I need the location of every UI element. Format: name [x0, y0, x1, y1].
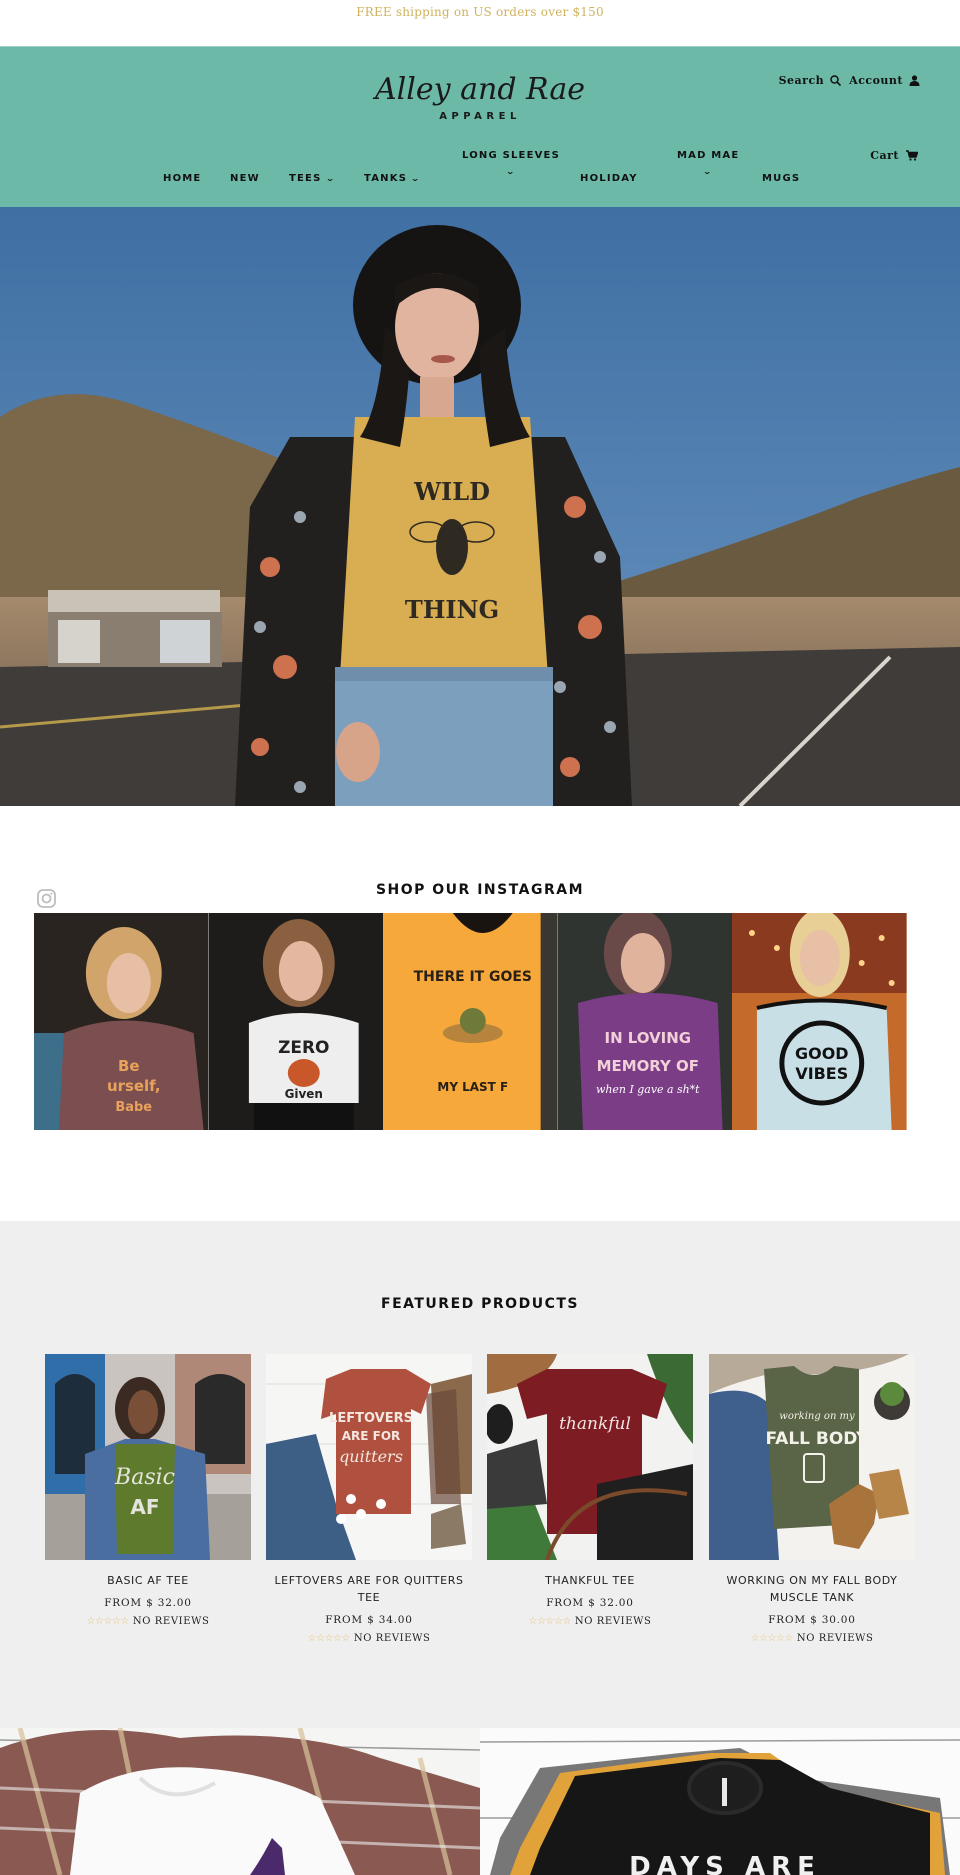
product-reviews: ☆☆☆☆☆ NO REVIEWS: [709, 1633, 915, 1644]
featured-title: FEATURED PRODUCTS: [381, 1296, 579, 1312]
reviews-label: NO REVIEWS: [132, 1616, 210, 1627]
instagram-tile[interactable]: THERE IT GOES MY LAST F: [383, 913, 558, 1130]
product-image[interactable]: LEFTOVERS ARE FOR quitters: [266, 1354, 472, 1560]
nav-tanks[interactable]: TANKS ⌄: [364, 173, 420, 184]
svg-text:ARE FOR: ARE FOR: [342, 1429, 401, 1443]
chevron-down-icon: ⌄: [702, 167, 714, 176]
product-price: FROM $ 34.00: [325, 1614, 413, 1626]
instagram-photo: GOOD VIBES: [732, 913, 907, 1130]
nav-tees[interactable]: TEES ⌄: [289, 173, 334, 184]
hero-banner[interactable]: WILD THING: [0, 207, 960, 806]
product-image[interactable]: Basic AF: [45, 1354, 251, 1560]
svg-text:Given: Given: [284, 1087, 322, 1101]
product-price: FROM $ 32.00: [104, 1597, 192, 1609]
main-nav: HOME NEW TEES ⌄ TANKS ⌄ LONG SLEEVES ⌄ HOLI…: [0, 47, 960, 208]
svg-text:urself,: urself,: [107, 1077, 161, 1095]
nav-mugs[interactable]: MUGS: [762, 173, 800, 184]
reviews-label: NO REVIEWS: [574, 1616, 652, 1627]
star-rating-icon: ☆☆☆☆☆: [528, 1616, 572, 1627]
star-rating-icon: ☆☆☆☆☆: [307, 1633, 351, 1644]
site-header: Alley and Rae APPAREL Search Account Car…: [0, 46, 960, 207]
banner-shirt-text: DAYS ARE: [629, 1852, 821, 1875]
star-rating-icon: ☆☆☆☆☆: [750, 1633, 794, 1644]
chevron-down-icon: ⌄: [324, 174, 336, 183]
product-price: FROM $ 32.00: [546, 1597, 634, 1609]
collection-banner-left[interactable]: [0, 1728, 480, 1875]
nav-mad-mae[interactable]: MAD MAE ⌄: [677, 150, 739, 176]
announcement-text: FREE shipping on US orders over $150: [356, 5, 604, 19]
instagram-photo: THERE IT GOES MY LAST F: [383, 913, 558, 1130]
product-card[interactable]: LEFTOVERS ARE FOR quitters LEFTOVERS ARE…: [266, 1354, 472, 1644]
svg-text:GOOD: GOOD: [795, 1044, 848, 1063]
nav-long-sleeves[interactable]: LONG SLEEVES ⌄: [462, 150, 560, 176]
nav-new[interactable]: NEW: [230, 173, 260, 184]
instagram-tile[interactable]: ZERO Given: [208, 913, 384, 1130]
product-reviews: ☆☆☆☆☆ NO REVIEWS: [487, 1616, 693, 1627]
instagram-tile[interactable]: GOOD VIBES: [732, 913, 907, 1130]
instagram-title: SHOP OUR INSTAGRAM: [375, 882, 585, 898]
nav-tees-label: TEES: [289, 173, 322, 184]
hero-shirt-text-top: WILD: [413, 477, 490, 506]
product-name[interactable]: LEFTOVERS ARE FOR QUITTERS TEE: [266, 1572, 472, 1606]
nav-mad-mae-label: MAD MAE: [677, 150, 740, 161]
svg-text:working on my: working on my: [779, 1411, 855, 1422]
product-name[interactable]: THANKFUL TEE: [487, 1572, 693, 1589]
chevron-down-icon: ⌄: [410, 174, 422, 183]
instagram-tile[interactable]: IN LOVING MEMORY OF when I gave a sh*t: [557, 913, 733, 1130]
product-shirt-text: Basic: [114, 1465, 175, 1490]
nav-holiday[interactable]: HOLIDAY: [580, 173, 638, 184]
instagram-tile[interactable]: Be urself, Babe: [34, 913, 209, 1130]
product-reviews: ☆☆☆☆☆ NO REVIEWS: [266, 1633, 472, 1644]
announcement-bar: FREE shipping on US orders over $150: [0, 0, 960, 46]
nav-holiday-label: HOLIDAY: [580, 173, 638, 184]
product-image[interactable]: thankful: [487, 1354, 693, 1560]
collection-banner-right[interactable]: DAYS ARE: [480, 1728, 960, 1875]
svg-text:MY LAST F: MY LAST F: [438, 1080, 509, 1094]
instagram-photo: ZERO Given: [208, 913, 384, 1130]
nav-mugs-label: MUGS: [762, 173, 801, 184]
chevron-down-icon: ⌄: [505, 167, 517, 176]
banner-image: DAYS ARE: [480, 1728, 960, 1875]
product-name[interactable]: WORKING ON MY FALL BODY MUSCLE TANK: [709, 1572, 915, 1606]
svg-text:quitters: quitters: [339, 1447, 403, 1466]
product-reviews: ☆☆☆☆☆ NO REVIEWS: [45, 1616, 251, 1627]
svg-text:Be: Be: [118, 1057, 140, 1075]
nav-new-label: NEW: [230, 173, 260, 184]
svg-text:Babe: Babe: [115, 1100, 152, 1115]
banner-image: [0, 1728, 480, 1875]
product-price: FROM $ 30.00: [768, 1614, 856, 1626]
product-card[interactable]: thankful THANKFUL TEE FROM $ 32.00 ☆☆☆☆☆…: [487, 1354, 693, 1627]
svg-text:VIBES: VIBES: [796, 1064, 849, 1083]
svg-text:FALL BODY: FALL BODY: [766, 1429, 870, 1449]
product-card[interactable]: working on my FALL BODY WORKING ON MY FA…: [709, 1354, 915, 1644]
svg-text:MEMORY OF: MEMORY OF: [596, 1057, 698, 1075]
nav-tanks-label: TANKS: [364, 173, 408, 184]
instagram-photo: Be urself, Babe: [34, 913, 209, 1130]
svg-text:IN LOVING: IN LOVING: [604, 1029, 691, 1047]
nav-home-label: HOME: [163, 173, 202, 184]
svg-text:ZERO: ZERO: [278, 1038, 329, 1058]
star-rating-icon: ☆☆☆☆☆: [86, 1616, 130, 1627]
hero-shirt-text-bottom: THING: [405, 595, 499, 624]
instagram-gallery: Be urself, Babe ZERO Given THERE IT GOES…: [34, 913, 907, 1130]
svg-text:THERE IT GOES: THERE IT GOES: [414, 969, 532, 985]
hero-image: WILD THING: [0, 207, 960, 806]
nav-long-sleeves-label: LONG SLEEVES: [462, 150, 560, 161]
featured-products-section: FEATURED PRODUCTS Basic AF BASIC AF TEE …: [0, 1221, 960, 1729]
product-shirt-text: thankful: [559, 1414, 631, 1434]
product-image[interactable]: working on my FALL BODY: [709, 1354, 915, 1560]
reviews-label: NO REVIEWS: [796, 1633, 874, 1644]
svg-text:when I gave a sh*t: when I gave a sh*t: [596, 1083, 700, 1096]
product-card[interactable]: Basic AF BASIC AF TEE FROM $ 32.00 ☆☆☆☆☆…: [45, 1354, 251, 1627]
reviews-label: NO REVIEWS: [353, 1633, 431, 1644]
instagram-photo: IN LOVING MEMORY OF when I gave a sh*t: [557, 913, 733, 1130]
nav-home[interactable]: HOME: [163, 173, 201, 184]
product-name[interactable]: BASIC AF TEE: [45, 1572, 251, 1589]
svg-text:LEFTOVERS: LEFTOVERS: [329, 1411, 413, 1426]
svg-text:AF: AF: [130, 1495, 159, 1519]
